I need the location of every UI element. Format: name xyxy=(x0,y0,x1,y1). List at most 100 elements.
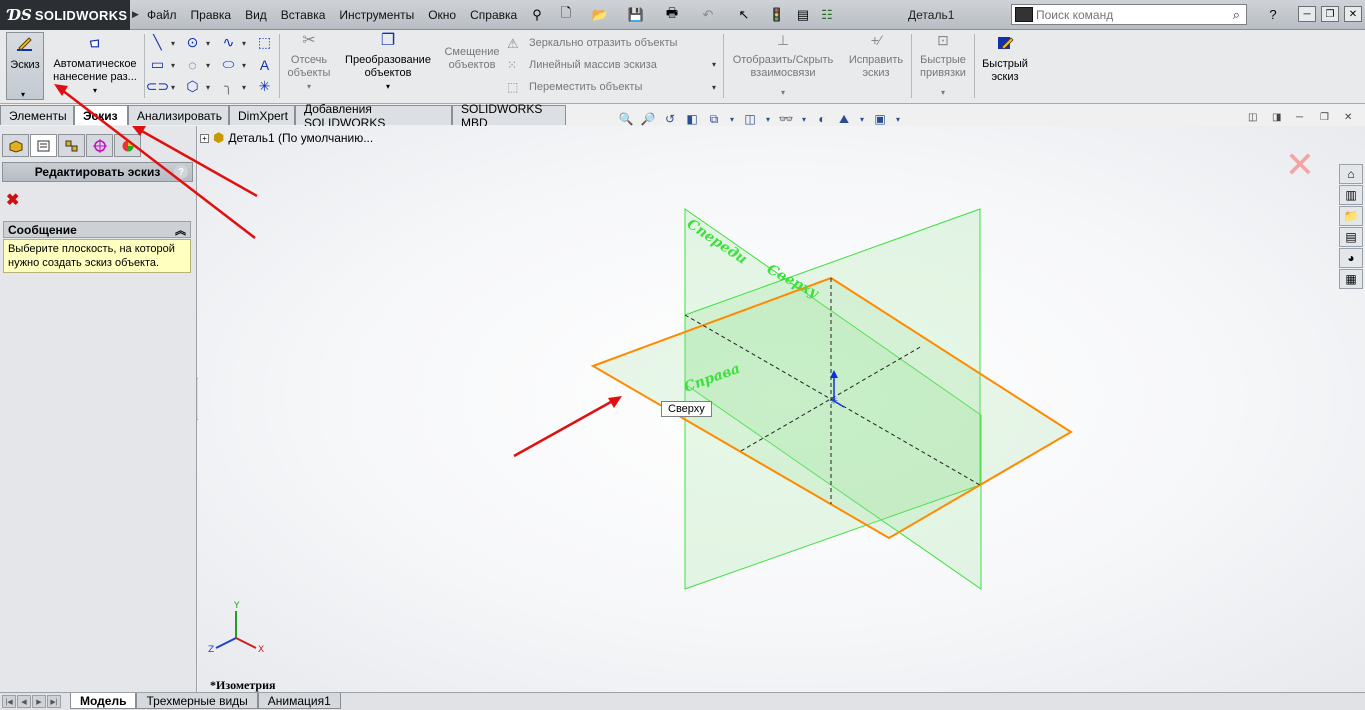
section-view-icon[interactable]: ◧ xyxy=(684,111,700,127)
chevron-down-icon[interactable]: ▾ xyxy=(728,111,736,127)
display-relations-button[interactable]: ⊥ Отобразить/Скрыть взаимосвязи ▾ xyxy=(726,32,840,99)
chevron-down-icon[interactable]: ▾ xyxy=(242,61,246,70)
tab-model[interactable]: Модель xyxy=(70,693,137,709)
tab-sketch[interactable]: Эскиз xyxy=(74,105,128,125)
pin-icon[interactable]: ⚲ xyxy=(528,6,546,23)
chevron-down-icon[interactable]: ▾ xyxy=(894,111,902,127)
display-manager-tab-icon[interactable] xyxy=(114,134,141,157)
previous-tab-icon[interactable]: ◀ xyxy=(17,695,31,708)
help-icon[interactable]: ? xyxy=(174,165,188,179)
viewport-close-icon[interactable]: ✕ xyxy=(1344,112,1360,126)
circle-icon[interactable]: ⊙ xyxy=(184,34,201,51)
view-settings-icon[interactable]: ▣ xyxy=(872,111,888,127)
tab-animation[interactable]: Анимация1 xyxy=(257,693,341,709)
chevron-down-icon[interactable]: ▾ xyxy=(242,39,246,48)
tab-features[interactable]: Элементы xyxy=(0,105,74,125)
collapse-icon[interactable]: ︽ xyxy=(175,222,186,238)
spline-icon[interactable]: ∿ xyxy=(220,34,237,51)
chevron-down-icon[interactable]: ▾ xyxy=(206,83,210,92)
custom-properties-icon[interactable]: ▦ xyxy=(1339,269,1363,289)
chevron-down-icon[interactable]: ▾ xyxy=(21,88,25,101)
collapse-left-icon[interactable]: ◫ xyxy=(1248,112,1264,126)
chevron-down-icon[interactable]: ▾ xyxy=(206,39,210,48)
menu-window[interactable]: Окно xyxy=(421,8,463,22)
apply-scene-icon[interactable]: ⛰ xyxy=(836,111,852,127)
feature-manager-tab-icon[interactable] xyxy=(2,134,29,157)
save-icon[interactable]: 💾 xyxy=(627,6,645,23)
last-tab-icon[interactable]: ▶| xyxy=(47,695,61,708)
view-orientation-icon[interactable]: ⧉ xyxy=(706,111,722,127)
mirror-entities-button[interactable]: ⚠ Зеркально отразить объекты xyxy=(507,33,677,53)
menu-insert[interactable]: Вставка xyxy=(274,8,333,22)
view-palette-icon[interactable]: ▤ xyxy=(1339,227,1363,247)
repair-sketch-button[interactable]: +⁄ Исправить эскиз xyxy=(842,32,910,80)
construction-geometry-icon[interactable]: ⬚ xyxy=(256,34,273,51)
tab-evaluate[interactable]: Анализировать xyxy=(128,105,229,125)
rectangle-icon[interactable]: ▭ xyxy=(149,56,166,73)
command-search-input[interactable] xyxy=(1036,7,1226,22)
help-icon[interactable]: ? xyxy=(1264,6,1282,23)
edit-appearance-icon[interactable]: ◐ xyxy=(814,111,830,127)
property-manager-tab-icon[interactable] xyxy=(30,134,57,157)
polygon-icon[interactable]: ⬡ xyxy=(184,78,201,95)
graphics-area[interactable]: + ⬢ Деталь1 (По умолчанию... ✕ ✳ Спереди xyxy=(198,126,1365,692)
appearances-icon[interactable]: ◕ xyxy=(1339,248,1363,268)
previous-view-icon[interactable]: ↺ xyxy=(662,111,678,127)
restore-button[interactable]: ❐ xyxy=(1321,6,1339,22)
file-explorer-icon[interactable]: 📁 xyxy=(1339,206,1363,226)
hide-show-items-icon[interactable]: 👓 xyxy=(778,111,794,127)
chevron-down-icon[interactable]: ▾ xyxy=(338,80,438,93)
next-tab-icon[interactable]: ▶ xyxy=(32,695,46,708)
display-style-icon[interactable]: ◫ xyxy=(742,111,758,127)
quick-snaps-button[interactable]: ⊡ Быстрые привязки ▾ xyxy=(914,32,972,99)
open-folder-icon[interactable]: 📂 xyxy=(591,6,609,23)
design-library-icon[interactable]: ▥ xyxy=(1339,185,1363,205)
sketch-button[interactable]: Эскиз ▾ xyxy=(6,32,44,100)
command-search-box[interactable]: ⌕ xyxy=(1011,4,1247,25)
chevron-down-icon[interactable]: ▾ xyxy=(171,39,175,48)
first-tab-icon[interactable]: |◀ xyxy=(2,695,16,708)
chevron-down-icon[interactable]: ▾ xyxy=(712,60,716,69)
offset-entities-button[interactable]: Смещение объектов xyxy=(440,46,504,72)
rebuild-icon[interactable]: 🚦 xyxy=(768,6,786,23)
close-button[interactable]: ✕ xyxy=(1344,6,1362,22)
chevron-down-icon[interactable]: ▾ xyxy=(914,86,972,99)
configuration-manager-tab-icon[interactable] xyxy=(58,134,85,157)
tab-solidworks-mbd[interactable]: SOLIDWORKS MBD xyxy=(452,102,566,130)
tab-3d-views[interactable]: Трехмерные виды xyxy=(136,693,258,709)
collapse-right-icon[interactable]: ◨ xyxy=(1272,112,1288,126)
auto-dimension-button[interactable]: Автоматическое нанесение раз... ▾ xyxy=(48,32,142,97)
origin-icon[interactable]: ✳ xyxy=(830,396,838,407)
menu-tools[interactable]: Инструменты xyxy=(332,8,421,22)
point-icon[interactable]: ✳ xyxy=(256,78,273,95)
slot-icon[interactable]: ⊂⊃ xyxy=(146,78,169,95)
print-icon[interactable]: 🖶 xyxy=(663,5,681,23)
chevron-down-icon[interactable]: ▾ xyxy=(800,111,808,127)
convert-entities-button[interactable]: ❐ Преобразование объектов ▾ xyxy=(338,32,438,93)
chevron-down-icon[interactable]: ▾ xyxy=(242,83,246,92)
zoom-to-fit-icon[interactable]: 🔍 xyxy=(618,111,634,127)
file-properties-icon[interactable]: ▤ xyxy=(794,6,812,23)
chevron-down-icon[interactable]: ▾ xyxy=(171,83,175,92)
options-icon[interactable]: ☷ xyxy=(818,6,836,23)
select-cursor-icon[interactable]: ↖ xyxy=(735,6,753,23)
undo-icon[interactable]: ↶ xyxy=(699,6,717,23)
menu-view[interactable]: Вид xyxy=(238,8,274,22)
zoom-to-area-icon[interactable]: 🔎 xyxy=(640,111,656,127)
chevron-down-icon[interactable]: ▾ xyxy=(858,111,866,127)
chevron-down-icon[interactable]: ▾ xyxy=(48,84,142,97)
dimxpert-manager-tab-icon[interactable] xyxy=(86,134,113,157)
chevron-down-icon[interactable]: ▾ xyxy=(282,80,336,93)
chevron-down-icon[interactable]: ▾ xyxy=(171,61,175,70)
menu-expand-icon[interactable]: ▶ xyxy=(132,9,139,20)
minimize-button[interactable]: ─ xyxy=(1298,6,1316,22)
chevron-down-icon[interactable]: ▾ xyxy=(712,83,716,92)
new-document-icon[interactable]: 🗋 xyxy=(557,5,575,23)
search-icon[interactable]: ⌕ xyxy=(1233,7,1240,23)
home-icon[interactable]: ⌂ xyxy=(1339,164,1363,184)
trim-entities-button[interactable]: ✂ Отсечь объекты ▾ xyxy=(282,32,336,93)
fillet-icon[interactable]: ╮ xyxy=(220,78,237,95)
text-icon[interactable]: A xyxy=(256,56,273,73)
viewport-restore-icon[interactable]: ❐ xyxy=(1320,112,1336,126)
viewport-minimize-icon[interactable]: ─ xyxy=(1296,112,1312,126)
